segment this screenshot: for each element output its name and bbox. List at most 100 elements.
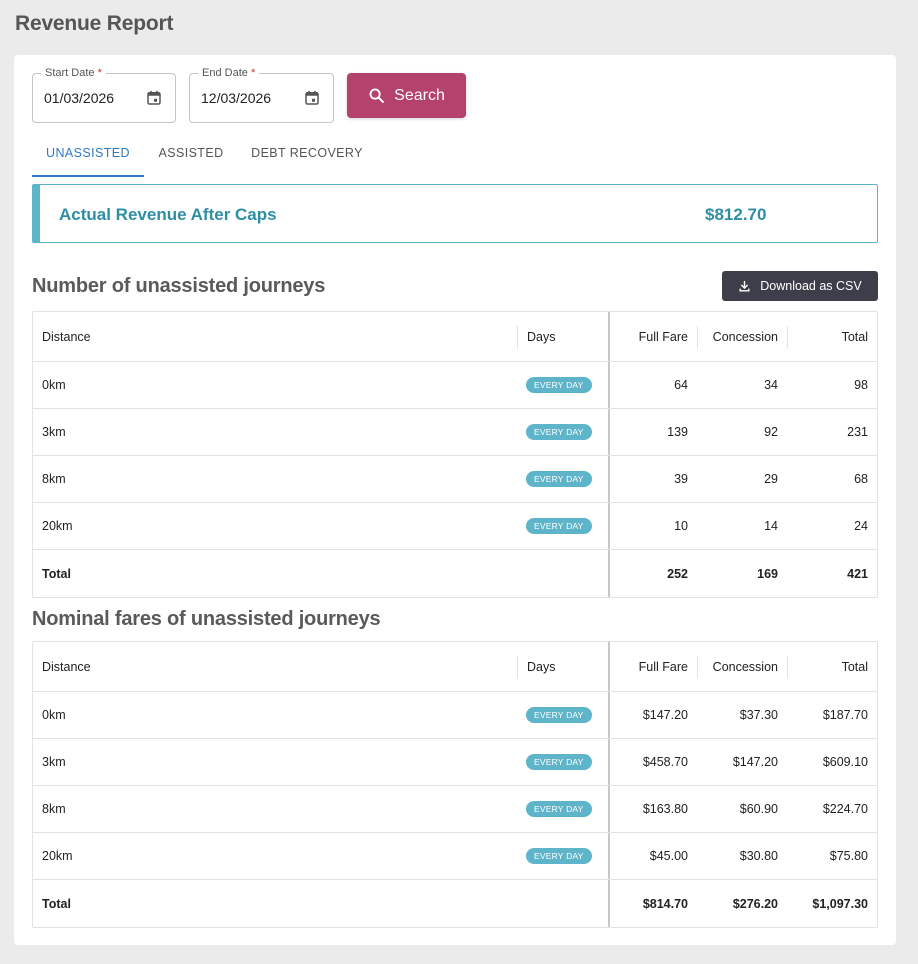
total-cell: $224.70 (822, 802, 868, 816)
total-cell: 98 (854, 378, 868, 392)
fares-section-title: Nominal fares of unassisted journeys (32, 608, 381, 630)
distance-cell: 0km (42, 708, 66, 722)
table-row: 20km EVERY DAY 10 14 24 (33, 503, 877, 550)
start-date-label: Start Date * (41, 66, 106, 80)
concession-cell: 92 (764, 425, 778, 439)
column-header-concession: Concession (712, 659, 778, 674)
calendar-icon[interactable] (145, 89, 163, 107)
journeys-table: Distance Days Full Fare Concession Total… (32, 311, 878, 598)
end-date-input[interactable] (201, 90, 296, 106)
download-csv-button[interactable]: Download as CSV (722, 271, 878, 301)
grand-total-cell: 421 (847, 566, 868, 581)
full-fare-cell: 39 (674, 472, 688, 486)
header-divider (787, 656, 788, 678)
revenue-banner: Actual Revenue After Caps $812.70 (32, 184, 878, 243)
column-header-total: Total (841, 329, 868, 344)
end-date-field[interactable]: End Date * (189, 66, 334, 123)
full-fare-total-cell: $814.70 (642, 896, 688, 911)
total-cell: 68 (854, 472, 868, 486)
table-header-row: Distance Days Full Fare Concession Total (33, 312, 877, 362)
table-row: 3km EVERY DAY 139 92 231 (33, 409, 877, 456)
concession-cell: $37.30 (739, 708, 778, 722)
distance-cell: 3km (42, 755, 66, 769)
column-header-full-fare: Full Fare (638, 659, 688, 674)
days-cell: EVERY DAY (526, 739, 592, 785)
full-fare-total-cell: 252 (667, 566, 688, 581)
total-cell: 24 (854, 519, 868, 533)
full-fare-cell: $45.00 (649, 849, 688, 863)
start-date-field[interactable]: Start Date * (32, 66, 176, 123)
download-icon (739, 280, 750, 292)
every-day-badge: EVERY DAY (526, 471, 592, 487)
page-title: Revenue Report (15, 12, 174, 35)
distance-cell: 0km (42, 378, 66, 392)
table-row: 8km EVERY DAY 39 29 68 (33, 456, 877, 503)
header-divider (517, 326, 518, 348)
fares-table: Distance Days Full Fare Concession Total… (32, 641, 878, 928)
full-fare-cell: 64 (674, 378, 688, 392)
table-row: 3km EVERY DAY $458.70 $147.20 $609.10 (33, 739, 877, 786)
revenue-banner-label: Actual Revenue After Caps (59, 205, 277, 224)
end-date-label: End Date * (198, 66, 260, 80)
revenue-banner-value: $812.70 (705, 205, 767, 224)
search-icon (369, 88, 385, 103)
distance-cell: 20km (42, 519, 73, 533)
column-header-days: Days (527, 329, 556, 344)
full-fare-cell: $163.80 (642, 802, 688, 816)
journeys-section-title: Number of unassisted journeys (32, 275, 326, 297)
every-day-badge: EVERY DAY (526, 518, 592, 534)
table-total-row: Total 252 169 421 (33, 550, 877, 597)
tab-assisted[interactable]: ASSISTED (153, 145, 229, 175)
table-row: 8km EVERY DAY $163.80 $60.90 $224.70 (33, 786, 877, 833)
full-fare-cell: 10 (674, 519, 688, 533)
column-header-full-fare: Full Fare (638, 329, 688, 344)
total-label-cell: Total (42, 566, 71, 581)
tab-debt-recovery[interactable]: DEBT RECOVERY (248, 145, 366, 175)
concession-cell: 34 (764, 378, 778, 392)
search-button-label: Search (394, 86, 445, 104)
start-date-input[interactable] (44, 90, 139, 106)
report-card: Start Date * End Date * Search UNASSISTE… (14, 55, 896, 945)
table-row: 0km EVERY DAY $147.20 $37.30 $187.70 (33, 692, 877, 739)
header-divider (787, 326, 788, 348)
concession-cell: $147.20 (732, 755, 778, 769)
table-header-row: Distance Days Full Fare Concession Total (33, 642, 877, 692)
days-cell: EVERY DAY (526, 833, 592, 879)
concession-cell: 14 (764, 519, 778, 533)
concession-cell: $60.90 (739, 802, 778, 816)
search-button[interactable]: Search (347, 73, 466, 118)
every-day-badge: EVERY DAY (526, 848, 592, 864)
days-cell: EVERY DAY (526, 409, 592, 455)
header-divider (697, 326, 698, 348)
every-day-badge: EVERY DAY (526, 754, 592, 770)
total-cell: $609.10 (822, 755, 868, 769)
full-fare-cell: $147.20 (642, 708, 688, 722)
column-header-days: Days (527, 659, 556, 674)
header-divider (697, 656, 698, 678)
total-label-cell: Total (42, 896, 71, 911)
days-cell: EVERY DAY (526, 786, 592, 832)
distance-cell: 8km (42, 802, 66, 816)
download-csv-label: Download as CSV (760, 279, 862, 293)
days-cell: EVERY DAY (526, 362, 592, 408)
concession-cell: 29 (764, 472, 778, 486)
full-fare-cell: $458.70 (642, 755, 688, 769)
grand-total-cell: $1,097.30 (812, 896, 868, 911)
concession-total-cell: 169 (757, 566, 778, 581)
column-header-distance: Distance (42, 329, 91, 344)
concession-total-cell: $276.20 (732, 896, 778, 911)
table-row: 0km EVERY DAY 64 34 98 (33, 362, 877, 409)
total-cell: $187.70 (822, 708, 868, 722)
every-day-badge: EVERY DAY (526, 424, 592, 440)
days-cell: EVERY DAY (526, 456, 592, 502)
distance-cell: 20km (42, 849, 73, 863)
concession-cell: $30.80 (739, 849, 778, 863)
column-header-concession: Concession (712, 329, 778, 344)
distance-cell: 8km (42, 472, 66, 486)
tab-unassisted[interactable]: UNASSISTED (32, 145, 144, 177)
table-total-row: Total $814.70 $276.20 $1,097.30 (33, 880, 877, 927)
every-day-badge: EVERY DAY (526, 377, 592, 393)
calendar-icon[interactable] (303, 89, 321, 107)
distance-cell: 3km (42, 425, 66, 439)
table-row: 20km EVERY DAY $45.00 $30.80 $75.80 (33, 833, 877, 880)
